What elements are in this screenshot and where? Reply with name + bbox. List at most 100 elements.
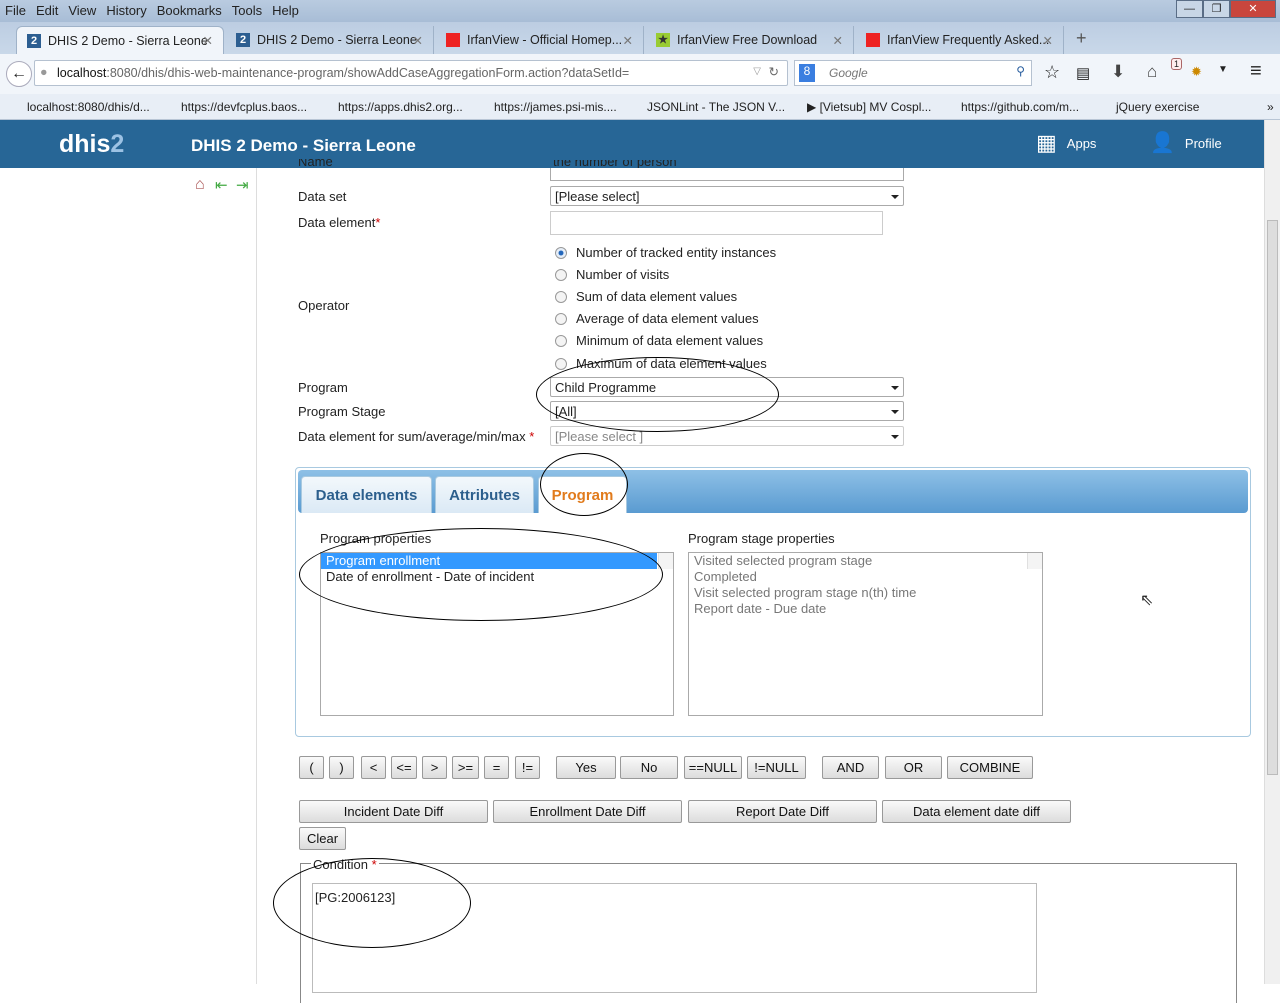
hamburger-menu-icon[interactable]: ≡ — [1250, 60, 1262, 83]
clear-button[interactable]: Clear — [299, 827, 346, 850]
bookmark-item[interactable]: JSONLint - The JSON V... — [647, 100, 785, 114]
bookmark-item[interactable]: localhost:8080/dhis/d... — [27, 100, 150, 114]
menu-bookmarks[interactable]: Bookmarks — [152, 0, 227, 18]
program-stage-select[interactable]: [All] — [550, 401, 904, 421]
url-bar[interactable]: ● localhost:8080/dhis/dhis-web-maintenan… — [34, 60, 788, 86]
greater-than-button[interactable]: > — [422, 756, 447, 779]
data-element-sum-select[interactable]: [Please select ] — [550, 426, 904, 446]
back-button[interactable]: ← — [6, 61, 32, 87]
tab-data-elements[interactable]: Data elements — [301, 476, 432, 513]
data-element-input[interactable] — [550, 211, 883, 235]
list-item[interactable]: Visit selected program stage n(th) time — [689, 585, 1042, 601]
home-icon[interactable]: ⌂ — [195, 176, 205, 194]
close-tab-icon[interactable]: ✕ — [203, 33, 213, 48]
page-scrollbar[interactable] — [1264, 120, 1280, 984]
tab-program[interactable]: Program — [538, 476, 627, 513]
operator-radio[interactable]: Maximum of data element values — [555, 356, 767, 371]
bookmark-item[interactable]: https://devfcplus.baos... — [181, 100, 307, 114]
browser-tab[interactable]: ★ IrfanView Free Download ✕ — [646, 26, 854, 54]
menu-view[interactable]: View — [63, 0, 101, 18]
menu-file[interactable]: File — [0, 0, 31, 18]
bookmark-item[interactable]: https://apps.dhis2.org... — [338, 100, 463, 114]
incident-date-diff-button[interactable]: Incident Date Diff — [299, 800, 488, 823]
less-equal-button[interactable]: <= — [391, 756, 417, 779]
scrollbar[interactable] — [658, 553, 673, 569]
menu-edit[interactable]: Edit — [31, 0, 63, 18]
search-icon[interactable]: ⚲ — [1016, 64, 1025, 78]
maximize-button[interactable]: ❐ — [1203, 0, 1230, 18]
yes-button[interactable]: Yes — [556, 756, 616, 779]
data-element-date-diff-button[interactable]: Data element date diff — [882, 800, 1071, 823]
dhis2-logo[interactable]: dhis2 — [59, 130, 124, 159]
operator-radio[interactable]: Sum of data element values — [555, 289, 737, 304]
scrollbar[interactable] — [1027, 553, 1042, 569]
radio[interactable] — [555, 268, 567, 281]
name-input[interactable] — [550, 168, 904, 181]
program-properties-list[interactable]: Program enrollment Date of enrollment - … — [320, 552, 674, 716]
reading-list-icon[interactable]: ▤ — [1076, 64, 1090, 82]
and-button[interactable]: AND — [822, 756, 879, 779]
operator-radio[interactable]: Number of tracked entity instances — [555, 245, 776, 260]
is-null-button[interactable]: ==NULL — [684, 756, 742, 779]
enrollment-date-diff-button[interactable]: Enrollment Date Diff — [493, 800, 682, 823]
bookmark-item[interactable]: ▶ [Vietsub] MV Cospl... — [807, 100, 931, 114]
greater-equal-button[interactable]: >= — [452, 756, 479, 779]
scrollbar-thumb[interactable] — [1267, 220, 1278, 775]
search-input[interactable]: 8 Google ⚲ — [794, 60, 1032, 86]
report-date-diff-button[interactable]: Report Date Diff — [688, 800, 877, 823]
list-item[interactable]: Date of enrollment - Date of incident — [321, 569, 673, 585]
bookmark-star-icon[interactable]: ☆ — [1044, 62, 1060, 83]
extension-icon[interactable]: ✹ — [1191, 64, 1202, 80]
equals-button[interactable]: = — [484, 756, 509, 779]
no-button[interactable]: No — [620, 756, 678, 779]
close-window-button[interactable]: ✕ — [1230, 0, 1276, 18]
open-paren-button[interactable]: ( — [299, 756, 324, 779]
minimize-button[interactable]: — — [1176, 0, 1203, 18]
url-dropdown-icon[interactable]: ▽ — [753, 66, 761, 77]
bookmarks-overflow-icon[interactable]: » — [1267, 100, 1274, 114]
close-paren-button[interactable]: ) — [329, 756, 354, 779]
back-arrow-icon[interactable]: ⇤ — [215, 176, 228, 194]
profile-button[interactable]: 👤 Profile — [1150, 133, 1222, 153]
browser-tab[interactable]: 2 DHIS 2 Demo - Sierra Leone ✕ — [16, 26, 224, 54]
menu-tools[interactable]: Tools — [227, 0, 267, 18]
browser-tab[interactable]: IrfanView - Official Homep... ✕ — [436, 26, 644, 54]
menu-help[interactable]: Help — [267, 0, 304, 18]
list-item[interactable]: Visited selected program stage — [689, 553, 1042, 569]
new-tab-button[interactable]: + — [1076, 28, 1087, 49]
list-item[interactable]: Completed — [689, 569, 1042, 585]
home-icon[interactable]: ⌂ — [1147, 62, 1157, 82]
list-item[interactable]: Program enrollment — [321, 553, 657, 569]
operator-radio[interactable]: Number of visits — [555, 267, 669, 282]
bookmark-item[interactable]: jQuery exercise — [1116, 100, 1199, 114]
bookmark-item[interactable]: https://github.com/m... — [961, 100, 1079, 114]
radio[interactable] — [555, 312, 567, 325]
data-set-select[interactable]: [Please select] — [550, 186, 904, 206]
close-tab-icon[interactable]: ✕ — [833, 33, 843, 48]
radio[interactable] — [555, 290, 567, 303]
forward-arrow-icon[interactable]: ⇥ — [236, 176, 249, 194]
menu-history[interactable]: History — [101, 0, 151, 18]
program-stage-properties-list[interactable]: Visited selected program stage Completed… — [688, 552, 1043, 716]
program-select[interactable]: Child Programme — [550, 377, 904, 397]
operator-radio[interactable]: Average of data element values — [555, 311, 759, 326]
downloads-icon[interactable]: ⬇ — [1111, 62, 1125, 82]
extension-dropdown-icon[interactable]: ▼ — [1218, 64, 1228, 75]
close-tab-icon[interactable]: ✕ — [623, 33, 633, 48]
radio[interactable] — [555, 334, 567, 347]
browser-tab[interactable]: 2 DHIS 2 Demo - Sierra Leone ✕ — [226, 26, 434, 54]
not-null-button[interactable]: !=NULL — [747, 756, 806, 779]
not-equals-button[interactable]: != — [515, 756, 540, 779]
reload-icon[interactable]: ↻ — [769, 64, 779, 79]
list-item[interactable]: Report date - Due date — [689, 601, 1042, 617]
radio[interactable] — [555, 357, 567, 370]
less-than-button[interactable]: < — [361, 756, 386, 779]
browser-tab[interactable]: IrfanView Frequently Asked... ✕ — [856, 26, 1064, 54]
bookmark-item[interactable]: https://james.psi-mis.... — [494, 100, 617, 114]
operator-radio[interactable]: Minimum of data element values — [555, 333, 763, 348]
apps-button[interactable]: ▦ Apps — [1036, 132, 1096, 154]
close-tab-icon[interactable]: ✕ — [413, 33, 423, 48]
condition-textarea[interactable]: [PG:2006123] — [312, 883, 1037, 993]
close-tab-icon[interactable]: ✕ — [1043, 33, 1053, 48]
combine-button[interactable]: COMBINE — [947, 756, 1033, 779]
